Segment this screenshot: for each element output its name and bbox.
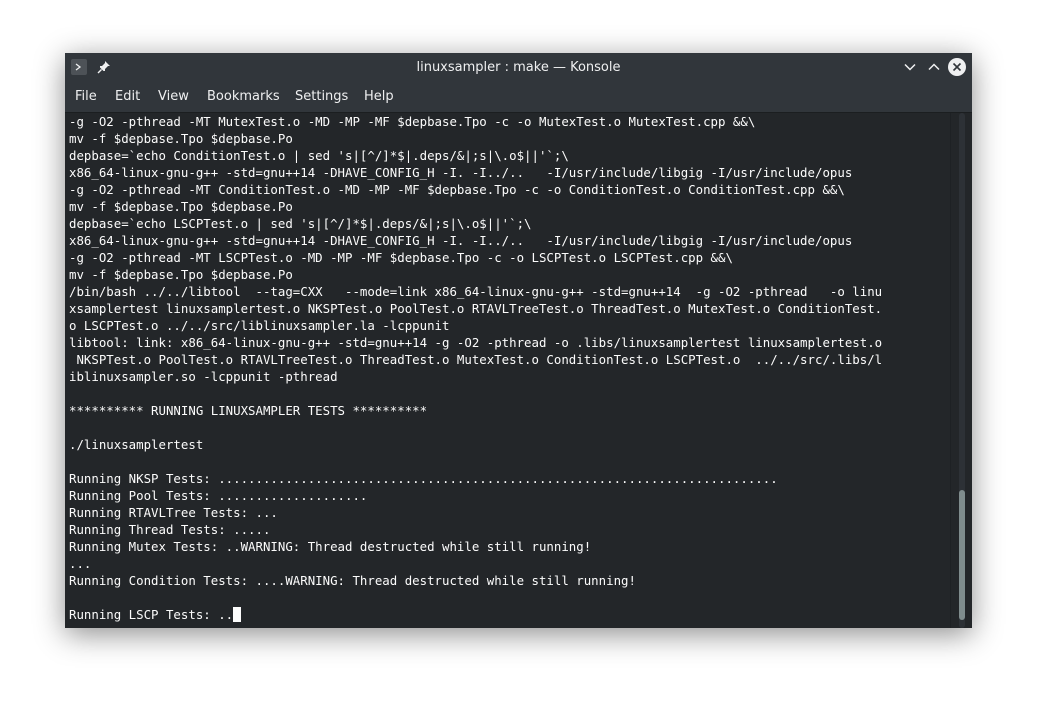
pin-icon[interactable] [96, 59, 112, 75]
terminal-output[interactable]: -g -O2 -pthread -MT MutexTest.o -MD -MP … [65, 113, 950, 628]
terminal-line: mv -f $depbase.Tpo $depbase.Po [69, 130, 882, 147]
terminal-line-text: Running RTAVLTree Tests: ... [69, 505, 278, 520]
menu-bookmarks[interactable]: Bookmarks [205, 82, 282, 112]
terminal-line: depbase=`echo ConditionTest.o | sed 's|[… [69, 147, 882, 164]
terminal-line: libtool: link: x86_64-linux-gnu-g++ -std… [69, 334, 882, 351]
menu-help[interactable]: Help [362, 82, 396, 112]
close-button[interactable] [948, 58, 966, 76]
menu-file[interactable]: File [73, 82, 99, 112]
terminal-line-text: ********** RUNNING LINUXSAMPLER TESTS **… [69, 403, 428, 418]
terminal-line-text: -g -O2 -pthread -MT ConditionTest.o -MD … [69, 182, 845, 197]
terminal-line: o LSCPTest.o ../../src/liblinuxsampler.l… [69, 317, 882, 334]
minimize-button[interactable] [901, 58, 919, 76]
terminal-line-text: Running Condition Tests: ....WARNING: Th… [69, 573, 636, 588]
terminal-line: -g -O2 -pthread -MT ConditionTest.o -MD … [69, 181, 882, 198]
scrollbar[interactable] [950, 113, 972, 628]
menu-bar: File Edit View Bookmarks Settings Help [65, 82, 972, 113]
terminal-line-text: ... [69, 556, 92, 571]
scrollbar-thumb[interactable] [959, 490, 965, 620]
terminal-line: mv -f $depbase.Tpo $depbase.Po [69, 266, 882, 283]
terminal-line: NKSPTest.o PoolTest.o RTAVLTreeTest.o Th… [69, 351, 882, 368]
chevron-down-icon [904, 63, 916, 71]
terminal-line: iblinuxsampler.so -lcppunit -pthread [69, 368, 882, 385]
terminal-line: ./linuxsamplertest [69, 436, 882, 453]
maximize-button[interactable] [925, 58, 943, 76]
terminal-line-text: Running NKSP Tests: ....................… [69, 471, 778, 486]
menu-view[interactable]: View [156, 82, 191, 112]
terminal-line-text: o LSCPTest.o ../../src/liblinuxsampler.l… [69, 318, 450, 333]
terminal-line-text: /bin/bash ../../libtool --tag=CXX --mode… [69, 284, 883, 299]
text-cursor [233, 607, 242, 622]
terminal-line: Running Thread Tests: ..... [69, 521, 882, 538]
menu-edit[interactable]: Edit [113, 82, 142, 112]
close-icon [952, 62, 962, 72]
terminal-line-text: Running Mutex Tests: ..WARNING: Thread d… [69, 539, 592, 554]
terminal-line: x86_64-linux-gnu-g++ -std=gnu++14 -DHAVE… [69, 164, 882, 181]
terminal-line-text: ./linuxsamplertest [69, 437, 204, 452]
terminal-line: mv -f $depbase.Tpo $depbase.Po [69, 198, 882, 215]
terminal-line: -g -O2 -pthread -MT MutexTest.o -MD -MP … [69, 113, 882, 130]
menu-settings[interactable]: Settings [293, 82, 350, 112]
terminal-icon[interactable] [71, 59, 87, 75]
terminal-line: Running NKSP Tests: ....................… [69, 470, 882, 487]
terminal-line: ... [69, 555, 882, 572]
terminal-line: x86_64-linux-gnu-g++ -std=gnu++14 -DHAVE… [69, 232, 882, 249]
terminal-line-text: x86_64-linux-gnu-g++ -std=gnu++14 -DHAVE… [69, 165, 853, 180]
terminal-line: Running LSCP Tests: .. [69, 606, 882, 623]
terminal-line: xsamplertest linuxsamplertest.o NKSPTest… [69, 300, 882, 317]
terminal-line: -g -O2 -pthread -MT LSCPTest.o -MD -MP -… [69, 249, 882, 266]
terminal-line-text: Running LSCP Tests: .. [69, 607, 234, 622]
terminal-text: -g -O2 -pthread -MT MutexTest.o -MD -MP … [69, 113, 882, 623]
terminal-line-text: mv -f $depbase.Tpo $depbase.Po [69, 131, 293, 146]
terminal-line-text: libtool: link: x86_64-linux-gnu-g++ -std… [69, 335, 883, 350]
terminal-line-text: -g -O2 -pthread -MT MutexTest.o -MD -MP … [69, 114, 756, 129]
terminal-line-text: mv -f $depbase.Tpo $depbase.Po [69, 267, 293, 282]
terminal-line: Running RTAVLTree Tests: ... [69, 504, 882, 521]
terminal-line: depbase=`echo LSCPTest.o | sed 's|[^/]*$… [69, 215, 882, 232]
terminal-line: Running Pool Tests: .................... [69, 487, 882, 504]
title-bar[interactable]: linuxsampler : make — Konsole [65, 53, 972, 82]
konsole-window: linuxsampler : make — Konsole File Edit … [65, 53, 972, 628]
terminal-line: ********** RUNNING LINUXSAMPLER TESTS **… [69, 402, 882, 419]
terminal-line-text: depbase=`echo ConditionTest.o | sed 's|[… [69, 148, 569, 163]
terminal-line-text: x86_64-linux-gnu-g++ -std=gnu++14 -DHAVE… [69, 233, 853, 248]
terminal-line-text: NKSPTest.o PoolTest.o RTAVLTreeTest.o Th… [69, 352, 883, 367]
terminal-line: Running Mutex Tests: ..WARNING: Thread d… [69, 538, 882, 555]
window-title: linuxsampler : make — Konsole [416, 60, 621, 75]
chevron-up-icon [928, 63, 940, 71]
terminal-line-text: xsamplertest linuxsamplertest.o NKSPTest… [69, 301, 883, 316]
terminal-line: Running Condition Tests: ....WARNING: Th… [69, 572, 882, 589]
terminal-line-text: mv -f $depbase.Tpo $depbase.Po [69, 199, 293, 214]
terminal-line-text: -g -O2 -pthread -MT LSCPTest.o -MD -MP -… [69, 250, 733, 265]
terminal-line-text: Running Pool Tests: .................... [69, 488, 368, 503]
terminal-line-text: iblinuxsampler.so -lcppunit -pthread [69, 369, 338, 384]
terminal-line-text: depbase=`echo LSCPTest.o | sed 's|[^/]*$… [69, 216, 532, 231]
terminal-line-text: Running Thread Tests: ..... [69, 522, 271, 537]
terminal-line: /bin/bash ../../libtool --tag=CXX --mode… [69, 283, 882, 300]
